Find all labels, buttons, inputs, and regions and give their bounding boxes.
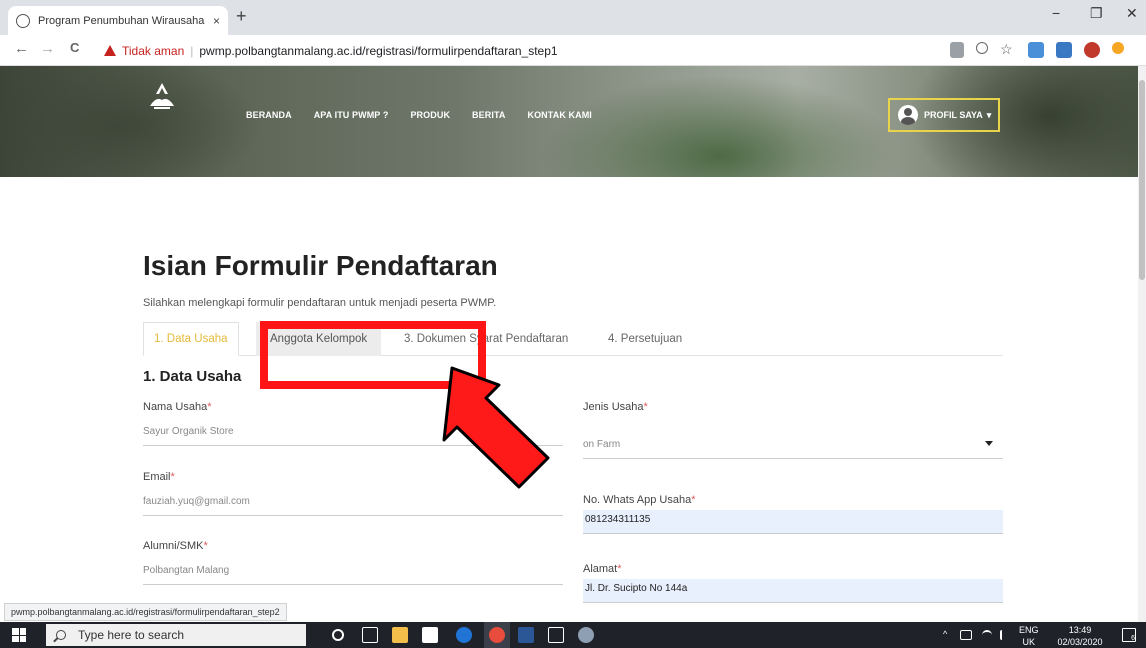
required-mark: * (203, 540, 208, 552)
required-mark: * (170, 471, 175, 483)
jenis-usaha-value: on Farm (583, 439, 621, 450)
alumni-label: Alumni/SMK (143, 540, 204, 552)
cortana-icon[interactable] (332, 629, 344, 641)
minimize-button[interactable]: − (1052, 5, 1060, 21)
reload-button[interactable]: C (70, 40, 79, 55)
tab-persetujuan[interactable]: 4. Persetujuan (608, 322, 682, 356)
alamat-input[interactable]: Jl. Dr. Sucipto No 144a (583, 579, 1003, 603)
file-explorer-icon[interactable] (392, 627, 408, 643)
required-mark: * (691, 494, 696, 506)
extension-icon-2[interactable] (1056, 42, 1072, 58)
nama-usaha-label: Nama Usaha (143, 401, 208, 413)
language-bottom: UK (1022, 637, 1036, 647)
profile-avatar[interactable] (1084, 42, 1100, 58)
search-icon (56, 630, 66, 640)
email-label: Email (143, 471, 171, 483)
tab-data-usaha[interactable]: 1. Data Usaha (143, 322, 239, 356)
star-icon[interactable]: ☆ (1000, 42, 1016, 58)
caret-down-icon: ▾ (986, 109, 992, 120)
status-url-bubble: pwmp.polbangtanmalang.ac.id/registrasi/f… (4, 603, 287, 621)
warning-icon (104, 45, 116, 56)
alumni-input[interactable]: Polbangtan Malang (143, 561, 563, 585)
screen: Program Penumbuhan Wirausaha × + − ❐ ✕ ←… (0, 0, 1146, 648)
taskbar-search-placeholder: Type here to search (78, 628, 185, 642)
nama-usaha-field: Nama Usaha* Sayur Organik Store (143, 401, 563, 446)
edge-icon[interactable] (456, 627, 472, 643)
close-window-button[interactable]: ✕ (1126, 5, 1138, 22)
back-button[interactable]: ← (14, 40, 29, 57)
chevron-up-icon[interactable]: ^ (943, 630, 947, 639)
browser-tab[interactable]: Program Penumbuhan Wirausaha × (8, 6, 228, 35)
annotation-highlight-box (260, 321, 486, 389)
jenis-usaha-label: Jenis Usaha (583, 401, 644, 413)
required-mark: * (207, 401, 212, 413)
jenis-usaha-field: Jenis Usaha* on Farm (583, 401, 1003, 459)
nav-berita[interactable]: BERITA (472, 110, 505, 120)
zoom-icon[interactable] (976, 42, 988, 54)
restore-button[interactable]: ❐ (1090, 5, 1103, 22)
user-icon (898, 105, 918, 125)
page-title: Isian Formulir Pendaftaran (143, 250, 498, 281)
store-icon[interactable] (422, 627, 438, 643)
nama-usaha-input[interactable]: Sayur Organik Store (143, 422, 563, 446)
clock-date: 02/03/2020 (1057, 637, 1103, 647)
translate-icon[interactable] (950, 42, 964, 58)
word-icon[interactable] (518, 627, 534, 643)
nav-kontak-kami[interactable]: KONTAK KAMI (527, 110, 591, 120)
new-tab-button[interactable]: + (236, 6, 247, 27)
taskbar-search-box[interactable]: Type here to search (46, 624, 306, 646)
address-bar[interactable]: Tidak aman | pwmp.polbangtanmalang.ac.id… (104, 38, 934, 63)
main-nav: BERANDA APA ITU PWMP ? PRODUK BERITA KON… (246, 110, 592, 120)
alumni-field: Alumni/SMK* Polbangtan Malang (143, 540, 563, 585)
volume-icon[interactable] (1000, 630, 1010, 640)
language-top: ENG (1019, 625, 1039, 635)
profile-label: PROFIL SAYA (924, 110, 983, 120)
battery-icon[interactable] (960, 630, 972, 640)
browser-tab-strip: Program Penumbuhan Wirausaha × + − ❐ ✕ (0, 0, 1146, 35)
site-logo[interactable] (146, 80, 178, 112)
windows-taskbar: Type here to search ^ ENG UK 13:49 02/03… (0, 622, 1146, 648)
section-title: 1. Data Usaha (143, 368, 242, 385)
profile-menu-button[interactable]: PROFIL SAYA ▾ (888, 98, 1000, 132)
site-header: BERANDA APA ITU PWMP ? PRODUK BERITA KON… (0, 66, 1138, 177)
wifi-icon[interactable] (982, 630, 992, 640)
page-scrollbar[interactable] (1138, 66, 1146, 622)
update-icon[interactable] (1112, 42, 1124, 54)
alamat-label: Alamat (583, 563, 618, 575)
nav-apa-itu-pwmp[interactable]: APA ITU PWMP ? (314, 110, 389, 120)
globe-icon (16, 13, 30, 28)
nav-beranda[interactable]: BERANDA (246, 110, 292, 120)
photos-icon[interactable] (548, 627, 564, 643)
browser-toolbar: ← → C Tidak aman | pwmp.polbangtanmalang… (0, 35, 1146, 66)
task-view-icon[interactable] (362, 627, 378, 643)
extension-icon[interactable] (1028, 42, 1044, 58)
email-field: Email* fauziah.yuq@gmail.com (143, 471, 563, 516)
language-indicator[interactable]: ENG UK (1019, 626, 1039, 647)
alamat-field: Alamat* Jl. Dr. Sucipto No 144a (583, 563, 1003, 603)
paint-icon[interactable] (578, 627, 594, 643)
email-input[interactable]: fauziah.yuq@gmail.com (143, 492, 563, 516)
toolbar-icons: ☆ (950, 42, 1124, 58)
whatsapp-label: No. Whats App Usaha (583, 494, 692, 506)
caret-down-icon (985, 441, 993, 446)
nav-produk[interactable]: PRODUK (410, 110, 450, 120)
forward-button[interactable]: → (40, 40, 55, 57)
whatsapp-input[interactable]: 081234311135 (583, 510, 1003, 534)
tab-close-icon[interactable]: × (213, 14, 220, 28)
whatsapp-field: No. Whats App Usaha* 081234311135 (583, 494, 1003, 534)
scroll-thumb[interactable] (1139, 80, 1145, 280)
windows-start-icon[interactable] (12, 628, 26, 642)
notification-icon[interactable]: 6 (1122, 628, 1136, 642)
clock-time: 13:49 (1068, 625, 1092, 635)
url-separator: | (190, 43, 194, 58)
clock[interactable]: 13:49 02/03/2020 (1050, 626, 1110, 647)
jenis-usaha-select[interactable]: on Farm (583, 435, 1003, 459)
security-label[interactable]: Tidak aman (122, 44, 184, 58)
required-mark: * (643, 401, 648, 413)
url-text[interactable]: pwmp.polbangtanmalang.ac.id/registrasi/f… (199, 44, 557, 58)
required-mark: * (617, 563, 622, 575)
chrome-icon[interactable] (489, 627, 505, 643)
page-subtitle: Silahkan melengkapi formulir pendaftaran… (143, 297, 497, 309)
tab-title: Program Penumbuhan Wirausaha (38, 14, 205, 27)
